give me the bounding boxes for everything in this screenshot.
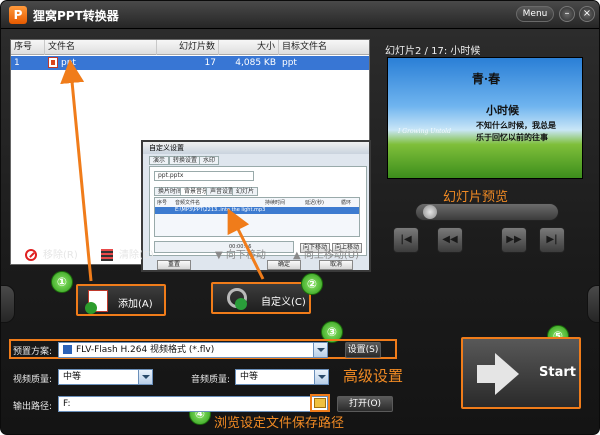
row-slides: 17 — [204, 58, 216, 68]
music-col-index: 序号 — [157, 200, 168, 206]
row-target: ppt — [282, 58, 297, 68]
dialog-reset-button: 重置 — [157, 260, 191, 270]
last-slide-icon[interactable]: ▶| — [539, 227, 565, 253]
preset-value: FLV-Flash H.264 视频格式 (*.flv) — [76, 345, 215, 355]
settings-button[interactable]: 设置(S) — [345, 342, 381, 358]
clear-icon — [101, 249, 113, 261]
right-side-handle — [587, 285, 599, 323]
preview-controls: |◀ ◀◀ ▶▶ ▶| — [381, 197, 591, 267]
music-table: 序号 音频文件名 持续时间 延迟(秒) 循环 E:\MP3\PPT\2213..… — [154, 197, 360, 237]
menu-label: Menu — [522, 9, 548, 19]
chevron-down-icon — [138, 370, 152, 384]
output-path-note: 浏览设定文件保存路径 — [214, 416, 345, 431]
video-quality-label: 视频质量: — [13, 375, 53, 385]
row-size: 4,085 KB — [235, 58, 276, 68]
add-button[interactable]: 添加(A) — [76, 284, 166, 316]
audio-quality-value: 中等 — [240, 372, 259, 382]
column-size[interactable]: 大小 — [219, 40, 279, 55]
move-down-label: 向下移动 — [225, 250, 266, 261]
column-target[interactable]: 目标文件名 — [279, 40, 369, 55]
minimize-icon[interactable]: – — [559, 6, 575, 22]
table-row[interactable]: 1 ppt 17 4,085 KB ppt — [11, 56, 369, 70]
customize-button[interactable]: 自定义(C) — [211, 282, 311, 314]
preset-select[interactable]: FLV-Flash H.264 视频格式 (*.flv) — [58, 342, 328, 358]
remove-button[interactable]: 移除(R) — [25, 249, 78, 263]
start-button[interactable]: Start — [461, 337, 581, 409]
dialog-title: 自定义设置 — [143, 142, 369, 154]
column-index[interactable]: 序号 — [11, 40, 45, 55]
dialog-tab-demo: 演示 — [149, 156, 170, 165]
music-col-loop: 循环 — [341, 200, 352, 206]
left-side-handle — [1, 285, 15, 323]
audio-quality-select[interactable]: 中等 — [235, 369, 329, 385]
ppt-app-icon: P — [9, 6, 27, 24]
output-path-label: 输出路径: — [13, 402, 53, 412]
slide-preview: 青·春 小时候 不知什么时候，我总是 乐于回忆以前的往事 I Growing U… — [387, 57, 583, 179]
flv-format-icon — [63, 345, 72, 354]
next-slide-icon[interactable]: ▶▶ — [501, 227, 527, 253]
output-path-value: F: — [63, 399, 71, 409]
customize-label: 自定义(C) — [261, 297, 306, 308]
move-up-button[interactable]: ▲ 向上移动(U) — [293, 249, 359, 263]
customize-tools-icon — [225, 286, 247, 310]
remove-label: 移除(R) — [43, 250, 78, 261]
badge-2: ② — [301, 273, 323, 295]
clear-label: 清除(C) — [119, 250, 154, 261]
slide-title: 青·春 — [471, 72, 501, 86]
music-row: E:\MP3\PPT\2213..into the light.mp3 — [155, 207, 359, 214]
add-file-icon — [85, 290, 108, 314]
slide-line-1: 不知什么时候，我总是 — [476, 120, 556, 130]
move-up-icon: ▲ — [293, 250, 304, 261]
add-label: 添加(A) — [118, 299, 153, 310]
row-index: 1 — [14, 58, 20, 68]
preview-header: 幻灯片2 / 17: 小时候 — [385, 46, 481, 57]
browse-folder-icon[interactable] — [314, 398, 326, 408]
slide-signature: I Growing Untold — [398, 128, 451, 135]
first-slide-icon[interactable]: |◀ — [393, 227, 419, 253]
ppt-file-icon — [48, 57, 58, 68]
music-col-file: 音频文件名 — [175, 200, 201, 206]
column-slides[interactable]: 幻灯片数 — [157, 40, 219, 55]
column-filename[interactable]: 文件名 — [45, 40, 157, 55]
app-title: 狸窝PPT转换器 — [33, 9, 119, 23]
menu-button[interactable]: Menu — [516, 6, 554, 22]
dialog-tab-convert: 转换设置 — [169, 156, 202, 165]
move-up-label: 向上移动(U) — [303, 250, 359, 261]
music-col-delay: 延迟(秒) — [305, 200, 324, 206]
video-quality-value: 中等 — [63, 372, 82, 382]
audio-quality-label: 音频质量: — [191, 375, 231, 385]
music-col-duration: 持续时间 — [265, 200, 286, 206]
clear-button[interactable]: 清除(C) — [101, 249, 154, 263]
video-quality-select[interactable]: 中等 — [58, 369, 153, 385]
start-label: Start — [539, 365, 576, 380]
advanced-settings-note: 高级设置 — [343, 367, 404, 385]
title-bar: P 狸窝PPT转换器 Menu – × — [1, 1, 599, 29]
close-icon[interactable]: × — [579, 6, 595, 22]
file-list[interactable]: 序号 文件名 幻灯片数 大小 目标文件名 1 ppt 17 4,085 KB p… — [10, 39, 371, 272]
move-down-button[interactable]: ▼ 向下移动 — [215, 249, 266, 263]
remove-icon — [25, 249, 37, 261]
badge-1: ① — [51, 271, 73, 293]
move-down-icon: ▼ — [215, 250, 226, 261]
dialog-tab-watermark: 水印 — [199, 156, 220, 165]
start-arrow-icon — [477, 353, 519, 395]
open-folder-button[interactable]: 打开(O) — [337, 396, 393, 412]
chevron-down-icon — [314, 370, 328, 384]
previous-slide-icon[interactable]: ◀◀ — [437, 227, 463, 253]
dialog-subtab-slides: 幻灯片 — [232, 187, 259, 196]
file-list-header: 序号 文件名 幻灯片数 大小 目标文件名 — [11, 40, 369, 55]
row-filename: ppt — [45, 56, 157, 70]
app-window: P 狸窝PPT转换器 Menu – × 序号 文件名 幻灯片数 大小 目标文件名… — [0, 0, 600, 435]
dialog-file-select: ppt.pptx — [154, 171, 254, 181]
preset-label: 预置方案: — [13, 347, 53, 357]
dialog-body: ppt.pptx 换片时间 背景音乐 声音设置 幻灯片 序号 音频文件名 持续时… — [149, 166, 367, 256]
output-path-input[interactable]: F: — [58, 396, 328, 412]
chevron-down-icon — [313, 343, 327, 357]
slide-subtitle: 小时候 — [486, 104, 519, 117]
slide-line-2: 乐于回忆以前的往事 — [476, 132, 548, 142]
row-filename-text: ppt — [61, 58, 76, 68]
preview-progress-handle[interactable] — [423, 205, 437, 219]
